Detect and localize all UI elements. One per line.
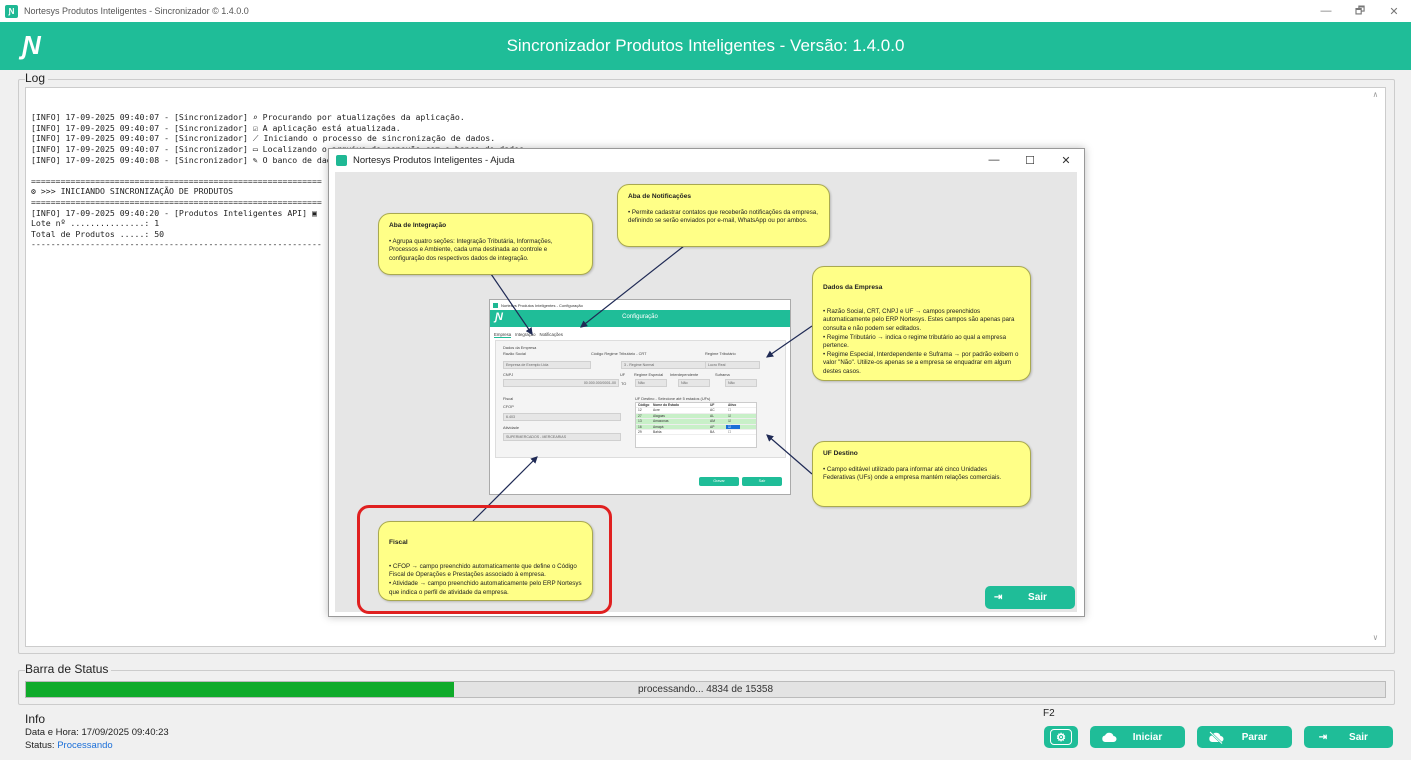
note-integracao: Aba de Integração • Agrupa quatro seções… [378,213,593,275]
dialog-sair-label: Sair [1028,592,1047,603]
note-empresa: Dados da Empresa • Razão Social, CRT, CN… [812,266,1031,381]
fiscal-highlight-ring [357,505,612,614]
note-integracao-title: Aba de Integração [389,222,447,229]
help-arrows [472,245,813,522]
arrow-uf [766,434,813,475]
note-notificacoes-title: Aba de Notificações [628,193,692,200]
arrow-empresa [766,325,813,358]
note-uf-destino: UF Destino • Campo editável utilizado pa… [812,441,1031,507]
arrow-integracao [490,273,533,335]
dialog-sair-button[interactable]: ⇥ Sair [985,586,1075,609]
note-uf-text: • Campo editável utilizado para informar… [823,465,1002,482]
note-empresa-text: • Razão Social, CRT, CNPJ e UF → campos … [823,307,1019,375]
exit-icon: ⇥ [994,592,1003,603]
note-notificacoes-text: • Permite cadastrar contatos que receber… [628,208,818,225]
note-uf-title: UF Destino [823,450,858,457]
note-integracao-text: • Agrupa quatro seções: Integração Tribu… [389,237,553,262]
note-empresa-title: Dados da Empresa [823,283,883,291]
note-notificacoes: Aba de Notificações • Permite cadastrar … [617,184,830,247]
arrow-notificacoes [580,245,685,328]
